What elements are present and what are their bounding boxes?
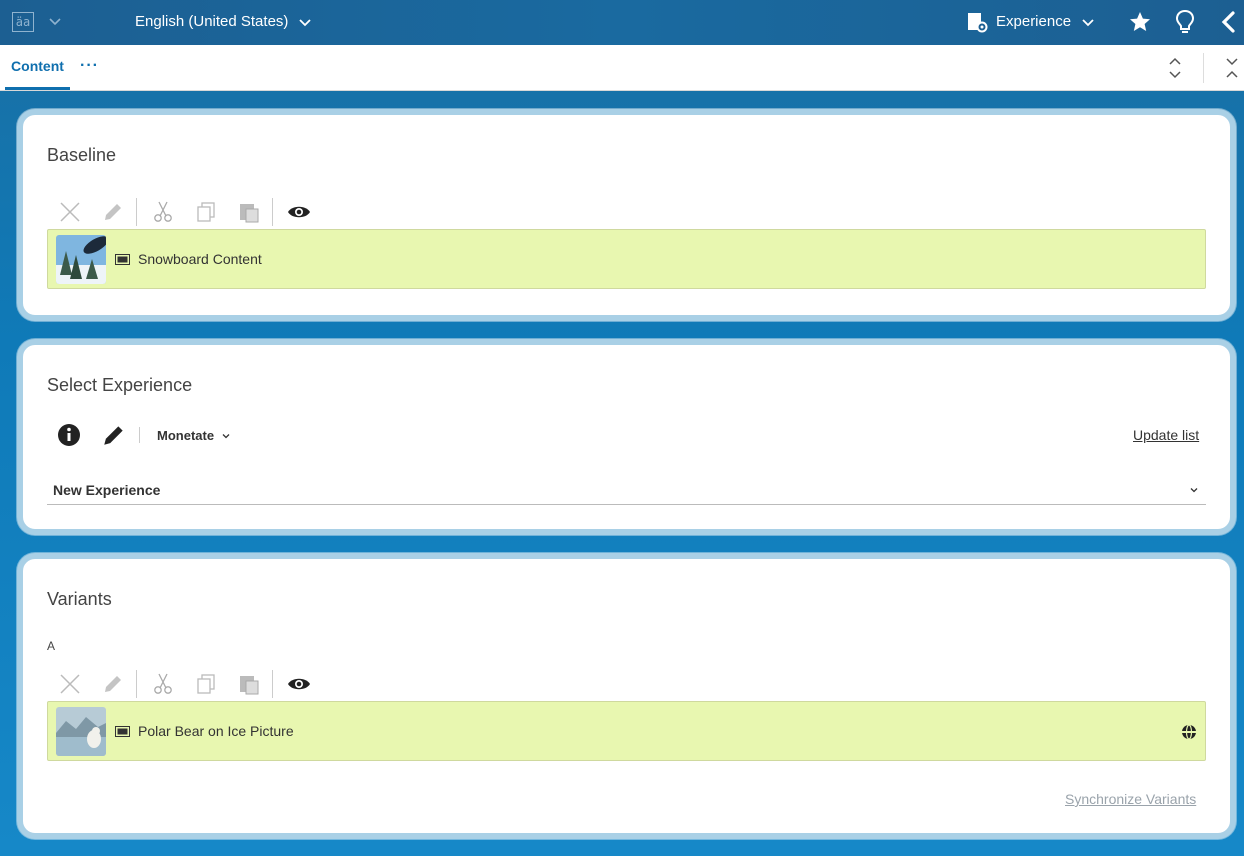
remove-button[interactable] [53,195,87,229]
variants-panel: Variants A Polar Bear on Ice Picture Syn… [17,553,1236,839]
pencil-icon [105,204,121,220]
globe-icon [1182,724,1196,740]
preview-button[interactable] [282,195,316,229]
chevron-down-icon[interactable] [220,430,232,442]
paste-button[interactable] [232,195,266,229]
copy-button[interactable] [189,667,223,701]
paste-icon [240,204,259,223]
eye-icon [288,206,310,218]
polar-bear-thumbnail [56,707,106,756]
expand-all-icon[interactable] [1222,55,1242,81]
edit-button[interactable] [96,667,130,701]
snowboard-thumbnail [56,235,106,284]
experience-settings-icon[interactable] [966,11,988,33]
variant-toolbar [53,667,325,701]
panel-title: Variants [47,589,112,609]
language-selector[interactable]: English (United States) [135,13,288,30]
baseline-toolbar [53,195,325,229]
paste-button[interactable] [232,667,266,701]
synchronize-variants-link[interactable]: Synchronize Variants [1065,791,1196,807]
remove-button[interactable] [53,667,87,701]
cut-button[interactable] [146,195,180,229]
chevron-down-icon[interactable] [46,12,64,30]
baseline-item[interactable]: Snowboard Content [47,229,1206,289]
copy-button[interactable] [189,195,223,229]
scissors-icon [154,673,172,694]
content-type-icon [115,726,130,737]
pencil-icon [105,676,121,692]
pencil-icon[interactable] [101,422,127,448]
toolbar-separator [139,427,140,443]
lightbulb-icon[interactable] [1173,9,1197,35]
eye-icon [288,678,310,690]
copy-icon [197,674,215,694]
tab-content[interactable]: Content [5,45,70,90]
experience-selector[interactable]: Experience [996,13,1071,30]
paste-icon [240,676,259,695]
cut-button[interactable] [146,667,180,701]
close-icon [60,674,80,694]
edit-button[interactable] [96,195,130,229]
content-type-icon [115,254,130,265]
panel-title: Select Experience [47,375,193,395]
preview-button[interactable] [282,667,316,701]
toolbar-separator [136,198,137,226]
chevron-down-icon [1190,488,1198,493]
variant-label: A [47,639,56,653]
select-experience-panel: Select Experience Monetate Update list N… [17,339,1236,535]
provider-dropdown[interactable]: Monetate [157,428,214,443]
toolbar-separator [272,670,273,698]
baseline-panel: Baseline Snowboard Content [17,109,1236,321]
item-label: Polar Bear on Ice Picture [138,723,294,739]
item-label: Snowboard Content [138,251,262,267]
divider [1203,53,1204,83]
info-icon[interactable] [57,423,81,447]
update-list-link[interactable]: Update list [1133,427,1199,443]
chevron-down-icon[interactable] [1079,13,1097,31]
panel-title: Baseline [47,145,117,165]
back-arrow-icon[interactable] [1218,10,1238,34]
chevron-down-icon[interactable] [296,13,314,31]
experience-select[interactable]: New Experience [47,475,1206,505]
variant-item[interactable]: Polar Bear on Ice Picture [47,701,1206,761]
language-icon[interactable]: äa [12,12,34,32]
top-bar: äa English (United States) Experience [0,0,1244,45]
star-icon[interactable] [1128,10,1152,34]
tab-bar: Content ··· [0,45,1244,91]
toolbar-separator [272,198,273,226]
copy-icon [197,202,215,222]
more-tabs-button[interactable]: ··· [80,57,99,75]
selected-experience: New Experience [53,482,161,498]
close-icon [60,202,80,222]
toolbar-separator [136,670,137,698]
collapse-all-icon[interactable] [1165,55,1185,81]
scissors-icon [154,201,172,222]
